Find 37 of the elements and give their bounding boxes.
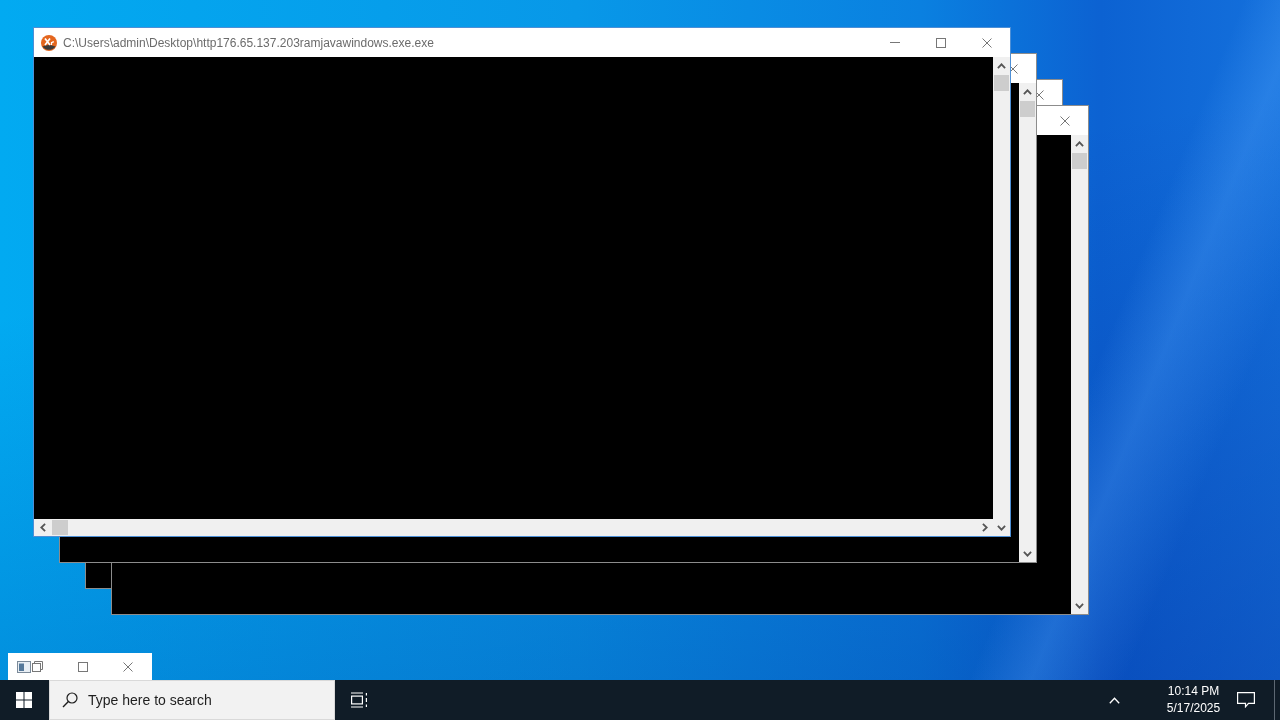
chevron-down-icon[interactable] bbox=[1075, 602, 1084, 609]
task-view-icon bbox=[350, 692, 368, 708]
chevron-up-icon[interactable] bbox=[1075, 140, 1084, 147]
vertical-scrollbar[interactable] bbox=[993, 57, 1010, 536]
minimized-window-bar[interactable] bbox=[8, 653, 152, 680]
windows-logo-icon bbox=[16, 692, 32, 708]
close-icon[interactable] bbox=[1008, 63, 1018, 74]
horizontal-scrollbar[interactable] bbox=[34, 519, 993, 536]
scrollbar-thumb[interactable] bbox=[52, 520, 68, 535]
app-logo-icon bbox=[41, 34, 57, 51]
search-icon bbox=[62, 692, 78, 708]
scrollbar-thumb[interactable] bbox=[1020, 101, 1035, 117]
maximize-icon[interactable] bbox=[78, 661, 88, 672]
window-title: C:\Users\admin\Desktop\http176.65.137.203ramjavawindows.exe.exe bbox=[63, 35, 435, 50]
scrollbar-thumb[interactable] bbox=[994, 75, 1009, 91]
window-icon bbox=[17, 660, 31, 673]
chevron-up-icon[interactable] bbox=[1023, 88, 1032, 95]
speech-bubble-icon bbox=[1237, 692, 1255, 708]
maximize-icon bbox=[936, 37, 946, 48]
chevron-up-icon[interactable] bbox=[997, 62, 1006, 69]
clock-date[interactable]: 5/17/2025 bbox=[1166, 700, 1221, 717]
chevron-up-icon bbox=[1108, 696, 1120, 704]
chevron-down-icon[interactable] bbox=[997, 524, 1006, 531]
restore-icon[interactable] bbox=[32, 661, 43, 672]
scrollbar-thumb[interactable] bbox=[1072, 153, 1087, 169]
minimize-icon bbox=[890, 42, 900, 43]
chevron-right-icon[interactable] bbox=[981, 523, 988, 532]
chevron-left-icon[interactable] bbox=[39, 523, 46, 532]
vertical-scrollbar[interactable] bbox=[1019, 83, 1036, 562]
vertical-scrollbar[interactable] bbox=[1071, 135, 1088, 614]
chevron-down-icon[interactable] bbox=[1023, 550, 1032, 557]
close-icon[interactable] bbox=[1060, 115, 1070, 126]
close-icon bbox=[982, 37, 992, 48]
close-icon[interactable] bbox=[123, 661, 133, 672]
clock-time[interactable]: 10:14 PM bbox=[1167, 683, 1220, 700]
search-field[interactable]: Type here to search bbox=[49, 680, 335, 720]
close-icon[interactable] bbox=[1034, 89, 1044, 100]
